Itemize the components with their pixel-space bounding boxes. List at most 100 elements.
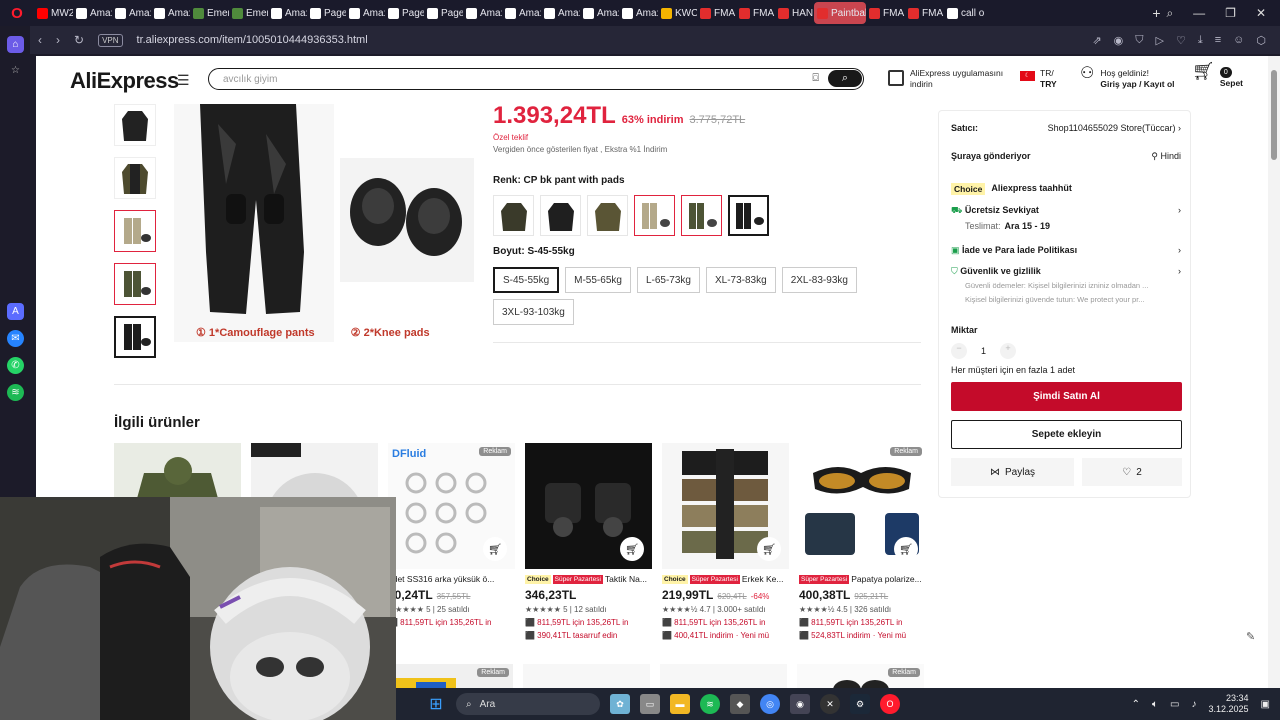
browser-tab[interactable]: FMA xyxy=(736,2,775,24)
opera-logo-icon[interactable]: O xyxy=(0,0,34,26)
thumbnail[interactable] xyxy=(114,104,156,146)
speaker-icon[interactable]: 🔈︎ xyxy=(1152,699,1158,710)
thumbnail[interactable] xyxy=(114,210,156,252)
size-option[interactable]: M-55-65kg xyxy=(565,267,631,293)
send-icon[interactable]: ⇗ xyxy=(1092,34,1101,47)
browser-tab[interactable]: Ama: xyxy=(580,2,619,24)
clock[interactable]: 23:34 3.12.2025 xyxy=(1209,693,1249,715)
network-icon[interactable]: ▭ xyxy=(1170,699,1179,710)
size-option[interactable]: 2XL-83-93kg xyxy=(781,267,857,293)
browser-tab[interactable]: MW2 xyxy=(34,2,73,24)
browser-tab[interactable]: Ama: xyxy=(619,2,658,24)
profile-icon[interactable]: ☺ xyxy=(1233,34,1244,47)
security-row[interactable]: ⛉ Güvenlik ve gizlilik › xyxy=(951,266,1181,277)
browser-tab[interactable]: FMA xyxy=(905,2,944,24)
buy-now-button[interactable]: Şimdi Satın Al xyxy=(951,382,1182,411)
language-selector[interactable]: ☾ TR/TRY xyxy=(1020,68,1057,90)
browser-tab[interactable]: Emer xyxy=(229,2,268,24)
browser-tab[interactable]: Paintball T xyxy=(814,2,866,24)
volume-icon[interactable]: ♪ xyxy=(1192,699,1197,710)
file-explorer-icon[interactable]: ▬ xyxy=(670,694,690,714)
vpn-badge[interactable]: VPN xyxy=(98,33,123,47)
sidebar-icon[interactable]: ⬡ xyxy=(1256,34,1266,47)
browser-tab[interactable]: Ama: xyxy=(541,2,580,24)
browser-tab[interactable]: Ama: xyxy=(463,2,502,24)
play-icon[interactable]: ▷ xyxy=(1156,34,1164,47)
increase-button[interactable]: + xyxy=(1000,343,1017,359)
browser-tab[interactable]: FMA xyxy=(697,2,736,24)
search-input[interactable]: avcılık giyim ⌼ ⌕ xyxy=(208,68,864,90)
add-to-cart-icon[interactable]: 🛒︎ xyxy=(757,537,781,561)
aria-icon[interactable]: A xyxy=(7,303,24,320)
product-card[interactable]: Reklam 🛒︎ Süper Pazartesi Papatya polariz… xyxy=(799,443,926,640)
add-to-cart-button[interactable]: Sepete ekleyin xyxy=(951,420,1182,449)
browser-tab[interactable]: Page xyxy=(307,2,346,24)
xbox-icon[interactable]: ✕ xyxy=(820,694,840,714)
spotify-icon[interactable]: ≋ xyxy=(7,384,24,401)
chevron-up-icon[interactable]: ⌃ xyxy=(1132,699,1140,710)
account-menu[interactable]: ⚇ Hoş geldiniz! Giriş yap / Kayıt ol xyxy=(1080,66,1175,90)
thumbnail[interactable] xyxy=(114,157,156,199)
scrollbar-thumb[interactable] xyxy=(1271,70,1277,160)
decrease-button[interactable]: − xyxy=(951,343,967,359)
color-swatch[interactable] xyxy=(540,195,581,236)
product-card[interactable]: 🛒︎ Choice Süper Pazartesi Erkek Ke... 219,… xyxy=(662,443,789,640)
home-icon[interactable]: ⌂ xyxy=(7,36,24,53)
close-button[interactable]: ✕ xyxy=(1256,6,1266,21)
ship-row[interactable]: Şuraya gönderiyor ⚲ Hindi xyxy=(951,151,1181,162)
main-product-image[interactable] xyxy=(166,104,478,342)
browser-tab[interactable]: Ama: xyxy=(268,2,307,24)
search-tabs-icon[interactable]: ⌕ xyxy=(1166,6,1173,21)
aliexpress-logo[interactable]: AliExpress xyxy=(70,68,179,94)
reload-icon[interactable]: ↻ xyxy=(74,33,84,47)
browser-tab[interactable]: Emer xyxy=(190,2,229,24)
url-field[interactable]: tr.aliexpress.com/item/1005010444936353.… xyxy=(137,34,368,46)
camera-search-icon[interactable]: ⌼ xyxy=(812,72,819,85)
color-swatch[interactable] xyxy=(587,195,628,236)
browser-tab[interactable]: Page xyxy=(385,2,424,24)
chrome-icon[interactable]: ◎ xyxy=(760,694,780,714)
size-option[interactable]: XL-73-83kg xyxy=(705,267,776,293)
app-icon[interactable]: ◉ xyxy=(790,694,810,714)
widgets-icon[interactable]: ✿ xyxy=(610,694,630,714)
browser-tab[interactable]: Ama: xyxy=(346,2,385,24)
browser-tab[interactable]: Ama: xyxy=(502,2,541,24)
download-icon[interactable]: ⤓ xyxy=(1198,34,1203,47)
shield-icon[interactable]: ⛉ xyxy=(1135,34,1143,47)
forward-icon[interactable]: › xyxy=(56,33,60,47)
browser-tab[interactable]: Page xyxy=(424,2,463,24)
thumbnail-selected[interactable] xyxy=(114,316,156,358)
steam-icon[interactable]: ⚙ xyxy=(850,694,870,714)
search-button[interactable]: ⌕ xyxy=(828,70,862,87)
share-button[interactable]: ⋈ Paylaş xyxy=(951,458,1074,486)
menu-icon[interactable]: ≡ xyxy=(1215,34,1221,47)
browser-tab[interactable]: FMA xyxy=(866,2,905,24)
seller-name[interactable]: Shop1104655029 Store(Tüccar) xyxy=(1048,123,1176,133)
add-to-cart-icon[interactable]: 🛒︎ xyxy=(894,537,918,561)
categories-menu-icon[interactable]: ☰ xyxy=(177,72,190,89)
opera-icon[interactable]: O xyxy=(880,694,900,714)
size-option[interactable]: 3XL-93-103kg xyxy=(493,299,574,325)
cart-link[interactable]: 🛒︎ 0 Sepet xyxy=(1192,62,1243,89)
login-link[interactable]: Giriş yap / Kayıt ol xyxy=(1100,79,1174,90)
product-card[interactable]: 🛒︎ Choice Süper Pazartesi Taktik Na... 346… xyxy=(525,443,652,640)
back-icon[interactable]: ‹ xyxy=(38,33,42,47)
star-icon[interactable]: ☆ xyxy=(7,62,24,79)
spotify-icon[interactable]: ≋ xyxy=(700,694,720,714)
browser-tab[interactable]: call o xyxy=(944,2,996,24)
messenger-icon[interactable]: ✉ xyxy=(7,330,24,347)
color-swatch[interactable] xyxy=(634,195,675,236)
free-shipping-row[interactable]: ⛟ Ücretsiz Sevkiyat › xyxy=(951,205,1181,217)
browser-tab[interactable]: HAN xyxy=(775,2,814,24)
snapshot-icon[interactable]: ◉ xyxy=(1114,34,1124,47)
add-to-cart-icon[interactable]: 🛒︎ xyxy=(483,537,507,561)
seller-row[interactable]: Satıcı: Shop1104655029 Store(Tüccar) › xyxy=(951,123,1181,133)
app-download[interactable]: AliExpress uygulamasını indirin xyxy=(888,68,1003,90)
maximize-button[interactable]: ❐ xyxy=(1225,6,1236,21)
return-policy-row[interactable]: ▣ İade ve Para İade Politikası › xyxy=(951,245,1181,256)
thumbnail[interactable] xyxy=(114,263,156,305)
minimize-button[interactable]: — xyxy=(1193,6,1205,21)
size-option[interactable]: L-65-73kg xyxy=(636,267,700,293)
windows-start-icon[interactable]: ⊞ xyxy=(426,694,446,714)
browser-tab[interactable]: KWC xyxy=(658,2,697,24)
